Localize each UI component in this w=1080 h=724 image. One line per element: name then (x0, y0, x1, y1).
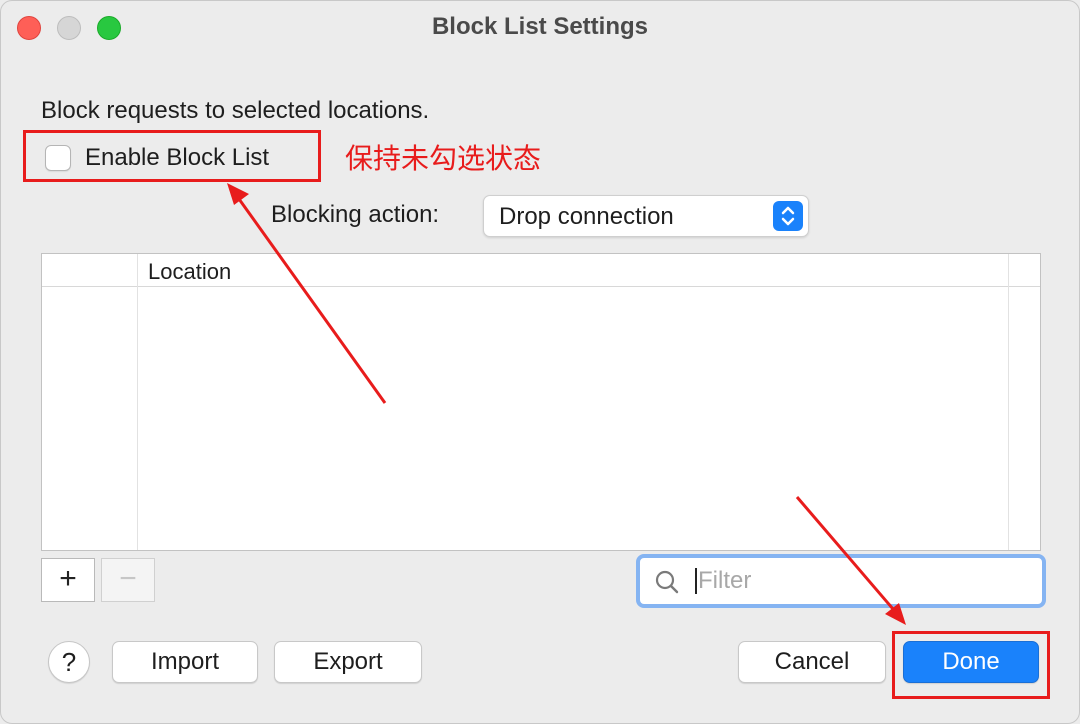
table-column-header-location[interactable]: Location (148, 259, 231, 285)
cancel-button[interactable]: Cancel (738, 641, 886, 683)
search-icon (654, 569, 680, 600)
remove-location-button[interactable]: − (101, 558, 155, 602)
annotation-box-enable (23, 130, 321, 182)
column-divider[interactable] (1008, 254, 1009, 550)
locations-table[interactable]: Location (41, 253, 1041, 551)
title-bar: Block List Settings (1, 1, 1079, 55)
window-title: Block List Settings (431, 13, 649, 40)
help-button[interactable]: ? (48, 641, 90, 683)
blocking-action-value: Drop connection (499, 203, 674, 230)
description-text: Block requests to selected locations. (41, 97, 430, 124)
block-list-settings-window: Block List Settings Block requests to se… (0, 0, 1080, 724)
annotation-box-done (892, 631, 1050, 699)
add-location-button[interactable]: + (41, 558, 95, 602)
export-button[interactable]: Export (274, 641, 422, 683)
table-header: Location (42, 254, 1040, 287)
annotation-text: 保持未勾选状态 (345, 143, 542, 174)
popup-chevrons-icon (773, 201, 803, 231)
filter-search-field[interactable] (636, 554, 1046, 608)
filter-input[interactable] (698, 562, 1028, 600)
arrowhead-icon (227, 183, 249, 205)
text-cursor (695, 568, 697, 594)
blocking-action-popup[interactable]: Drop connection (483, 195, 809, 237)
import-button[interactable]: Import (112, 641, 258, 683)
blocking-action-label: Blocking action: (271, 201, 440, 228)
column-divider[interactable] (137, 254, 138, 550)
